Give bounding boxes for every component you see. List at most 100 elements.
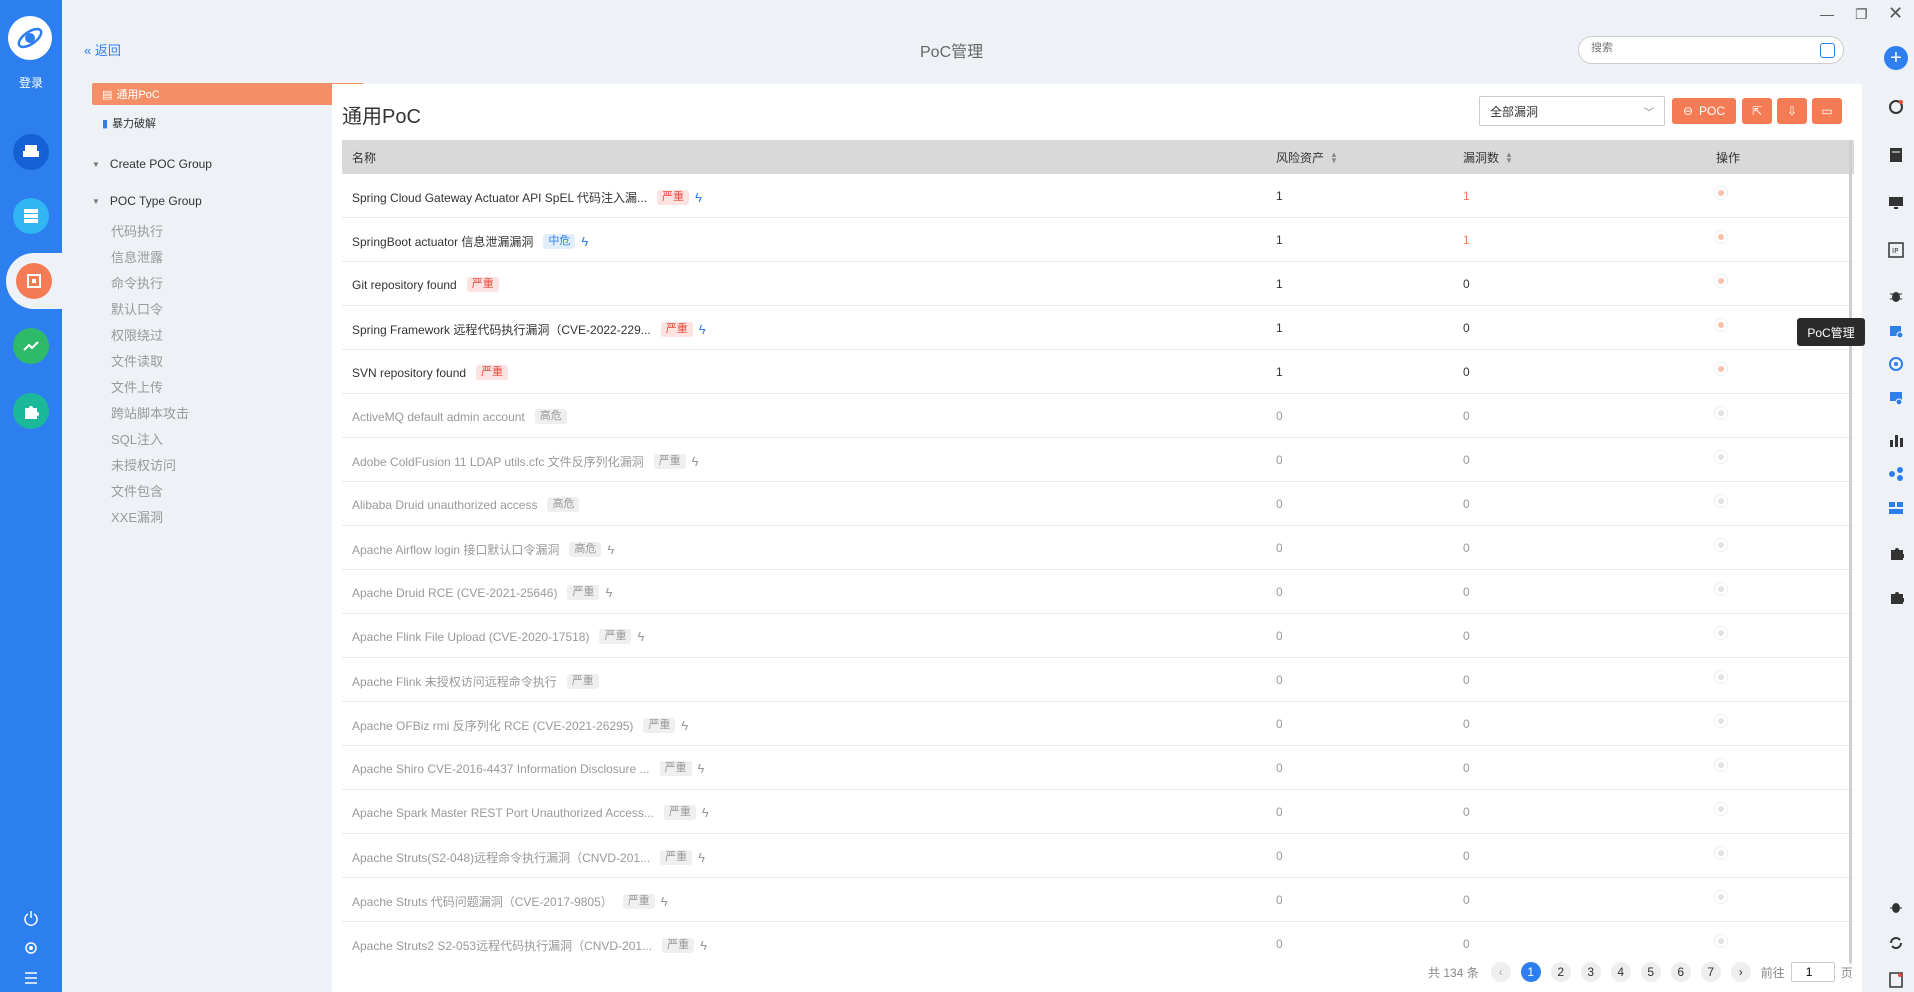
run-poc-icon[interactable] xyxy=(1714,890,1728,904)
export-button[interactable]: ⇱ xyxy=(1742,98,1772,124)
vuln-filter-select[interactable]: 全部漏洞 ﹀ xyxy=(1479,96,1665,126)
page-button[interactable]: 6 xyxy=(1670,962,1691,982)
search-icon[interactable] xyxy=(1820,43,1835,58)
table-row[interactable]: Apache Flink File Upload (CVE-2020-17518… xyxy=(342,614,1854,658)
monitor-icon[interactable] xyxy=(1886,193,1906,213)
next-page-icon[interactable]: › xyxy=(1730,962,1751,982)
run-poc-icon[interactable] xyxy=(1714,450,1728,464)
column-vuln-count[interactable]: 漏洞数 ▲ ▼ xyxy=(1463,149,1513,166)
type-item[interactable]: 文件上传 xyxy=(111,377,163,396)
bar-chart-icon[interactable] xyxy=(1886,430,1906,450)
search-input[interactable] xyxy=(1591,42,1811,54)
gear-icon[interactable] xyxy=(0,940,62,959)
run-poc-icon[interactable] xyxy=(1714,406,1728,420)
poc-manage-icon[interactable] xyxy=(1886,321,1906,341)
report-icon[interactable] xyxy=(1886,970,1906,990)
run-poc-icon[interactable] xyxy=(1714,802,1728,816)
run-poc-icon[interactable] xyxy=(1714,318,1728,332)
table-row[interactable]: Alibaba Druid unauthorized access 高危 0 0 xyxy=(342,482,1854,526)
table-row[interactable]: Spring Cloud Gateway Actuator API SpEL 代… xyxy=(342,174,1854,218)
run-poc-icon[interactable] xyxy=(1714,230,1728,244)
nav-poc[interactable] xyxy=(6,253,62,309)
type-item[interactable]: 未授权访问 xyxy=(111,455,176,474)
run-poc-icon[interactable] xyxy=(1714,582,1728,596)
back-link[interactable]: « 返回 xyxy=(84,40,121,59)
refresh-icon[interactable] xyxy=(1886,933,1906,953)
table-row[interactable]: SpringBoot actuator 信息泄漏漏洞 中危 ϟ 1 1 xyxy=(342,218,1854,262)
type-item[interactable]: 信息泄露 xyxy=(111,247,163,266)
type-item[interactable]: 命令执行 xyxy=(111,273,163,292)
ip-icon[interactable]: IP xyxy=(1886,240,1906,260)
table-row[interactable]: ActiveMQ default admin account 高危 0 0 xyxy=(342,394,1854,438)
sort-icon[interactable]: ▲ ▼ xyxy=(1505,151,1513,165)
table-row[interactable]: Apache Airflow login 接口默认口令漏洞 高危 ϟ 0 0 xyxy=(342,526,1854,570)
create-poc-group[interactable]: ▼ Create POC Group + xyxy=(92,157,362,171)
page-button[interactable]: 2 xyxy=(1550,962,1571,982)
nav-report[interactable] xyxy=(0,318,62,374)
type-item[interactable]: XXE漏洞 xyxy=(111,507,163,526)
folder-button[interactable]: ▭ xyxy=(1812,98,1842,124)
scrollbar[interactable] xyxy=(1849,140,1852,964)
table-row[interactable]: Apache Flink 未授权访问远程命令执行 严重 0 0 xyxy=(342,658,1854,702)
plugin-icon[interactable] xyxy=(1886,542,1906,562)
bug-icon[interactable] xyxy=(1886,286,1906,306)
run-poc-icon[interactable] xyxy=(1714,274,1728,288)
import-button[interactable]: ⇩ xyxy=(1777,98,1807,124)
sort-icon[interactable]: ▲ ▼ xyxy=(1330,151,1338,165)
radar-icon[interactable] xyxy=(1886,354,1906,374)
pie-chart-icon[interactable] xyxy=(1886,97,1906,117)
run-poc-icon[interactable] xyxy=(1714,758,1728,772)
page-button[interactable]: 5 xyxy=(1640,962,1661,982)
plus-icon[interactable]: + xyxy=(1884,46,1908,70)
menu-icon[interactable] xyxy=(0,970,62,989)
table-row[interactable]: Apache Struts2 S2-053远程代码执行漏洞（CNVD-201..… xyxy=(342,922,1854,964)
prev-page-icon[interactable]: ‹ xyxy=(1490,962,1511,982)
goto-page-input[interactable] xyxy=(1790,962,1835,982)
sidebar-item-brute-force[interactable]: ▮ 暴力破解 11 xyxy=(92,112,364,134)
login-link[interactable]: 登录 xyxy=(0,74,62,91)
add-poc-button[interactable]: ⊖ POC xyxy=(1672,98,1736,124)
page-button[interactable]: 7 xyxy=(1700,962,1721,982)
table-row[interactable]: Apache Druid RCE (CVE-2021-25646) 严重 ϟ 0… xyxy=(342,570,1854,614)
table-row[interactable]: Adobe ColdFusion 11 LDAP utils.cfc 文件反序列… xyxy=(342,438,1854,482)
nav-scan[interactable] xyxy=(0,124,62,180)
share-icon[interactable] xyxy=(1886,464,1906,484)
table-row[interactable]: Apache OFBiz rmi 反序列化 RCE (CVE-2021-2629… xyxy=(342,702,1854,746)
run-poc-icon[interactable] xyxy=(1714,846,1728,860)
type-item[interactable]: 默认口令 xyxy=(111,299,163,318)
table-row[interactable]: Apache Spark Master REST Port Unauthoriz… xyxy=(342,790,1854,834)
search-box[interactable] xyxy=(1578,36,1844,64)
gear-box-icon[interactable] xyxy=(1886,388,1906,408)
bug-scan-icon[interactable] xyxy=(1886,897,1906,917)
power-icon[interactable] xyxy=(0,910,62,929)
type-item[interactable]: 权限绕过 xyxy=(111,325,163,344)
table-row[interactable]: Spring Framework 远程代码执行漏洞（CVE-2022-229..… xyxy=(342,306,1854,350)
logo-icon[interactable] xyxy=(8,16,52,60)
run-poc-icon[interactable] xyxy=(1714,538,1728,552)
run-poc-icon[interactable] xyxy=(1714,626,1728,640)
table-row[interactable]: Apache Shiro CVE-2016-4437 Information D… xyxy=(342,746,1854,790)
nav-plugins[interactable] xyxy=(0,383,62,439)
nav-assets[interactable] xyxy=(0,188,62,244)
type-item[interactable]: 文件读取 xyxy=(111,351,163,370)
type-item[interactable]: 代码执行 xyxy=(111,221,163,240)
page-button[interactable]: 1 xyxy=(1520,962,1541,982)
run-poc-icon[interactable] xyxy=(1714,934,1728,948)
plugins-icon[interactable] xyxy=(1886,586,1906,606)
type-item[interactable]: 跨站脚本攻击 xyxy=(111,403,189,422)
page-button[interactable]: 3 xyxy=(1580,962,1601,982)
run-poc-icon[interactable] xyxy=(1714,186,1728,200)
minimize-icon[interactable]: — xyxy=(1820,6,1834,22)
table-row[interactable]: SVN repository found 严重 1 0 xyxy=(342,350,1854,394)
document-icon[interactable] xyxy=(1886,145,1906,165)
type-item[interactable]: SQL注入 xyxy=(111,429,163,448)
table-row[interactable]: Apache Struts(S2-048)远程命令执行漏洞（CNVD-201..… xyxy=(342,834,1854,878)
run-poc-icon[interactable] xyxy=(1714,714,1728,728)
table-row[interactable]: Git repository found 严重 1 0 xyxy=(342,262,1854,306)
run-poc-icon[interactable] xyxy=(1714,494,1728,508)
restore-icon[interactable]: ❐ xyxy=(1855,6,1868,23)
sidebar-item-general-poc[interactable]: ▤ 通用PoC 134 xyxy=(92,83,364,105)
type-item[interactable]: 文件包含 xyxy=(111,481,163,500)
run-poc-icon[interactable] xyxy=(1714,362,1728,376)
page-button[interactable]: 4 xyxy=(1610,962,1631,982)
